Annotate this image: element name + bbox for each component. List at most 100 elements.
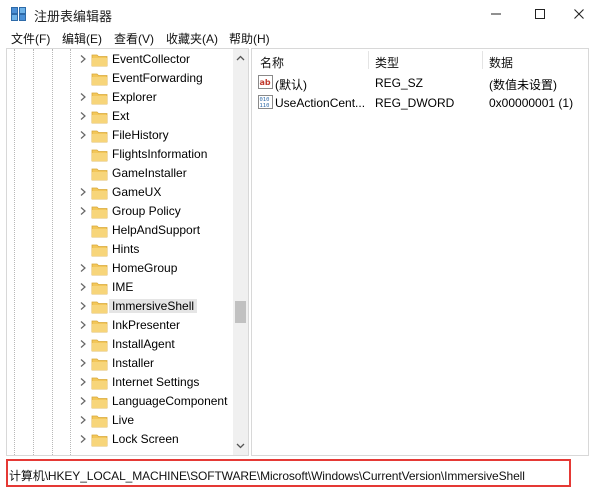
scrollbar-thumb[interactable] (235, 301, 246, 323)
tree-item[interactable]: InstallAgent (7, 335, 231, 354)
maximize-icon (535, 9, 545, 19)
chevron-right-icon[interactable] (78, 301, 88, 311)
chevron-right-icon[interactable] (78, 377, 88, 387)
chevron-right-icon[interactable] (78, 358, 88, 368)
tree-item[interactable]: FlightsInformation (7, 145, 231, 164)
folder-icon (91, 206, 108, 219)
chevron-right-icon[interactable] (78, 434, 88, 444)
folder-icon (91, 301, 108, 314)
menu-help[interactable]: 帮助(H) (229, 30, 270, 47)
chevron-right-icon[interactable] (78, 263, 88, 273)
tree-item-label: Explorer (112, 90, 157, 104)
tree-item-label: LanguageComponent (112, 394, 228, 408)
column-header-name[interactable]: 名称 (260, 54, 284, 71)
menu-edit[interactable]: 编辑(E) (62, 30, 102, 47)
column-divider[interactable] (482, 51, 483, 69)
chevron-right-icon[interactable] (78, 320, 88, 330)
tree-item-label: Hints (112, 242, 140, 256)
svg-text:110: 110 (260, 103, 270, 109)
registry-editor-icon (11, 7, 26, 21)
column-header-data[interactable]: 数据 (489, 54, 513, 71)
folder-icon (91, 263, 108, 276)
minimize-icon (491, 13, 501, 15)
tree-item[interactable]: HomeGroup (7, 259, 231, 278)
tree-item[interactable]: FileHistory (7, 126, 231, 145)
folder-icon (91, 415, 108, 428)
tree-item[interactable]: LanguageComponent (7, 392, 231, 411)
close-button[interactable] (557, 0, 591, 28)
tree-item-label: EventCollector (112, 52, 191, 66)
tree-item[interactable]: InkPresenter (7, 316, 231, 335)
tree-item-label: Live (112, 413, 135, 427)
tree-item[interactable]: Live (7, 411, 231, 430)
status-bar: 计算机\HKEY_LOCAL_MACHINE\SOFTWARE\Microsof… (6, 459, 571, 487)
value-type: REG_SZ (375, 76, 424, 90)
tree-item-label: InkPresenter (112, 318, 181, 332)
menu-bar: 文件(F) 编辑(E) 查看(V) 收藏夹(A) 帮助(H) (0, 28, 591, 48)
menu-favorites[interactable]: 收藏夹(A) (166, 30, 218, 47)
chevron-right-icon[interactable] (78, 282, 88, 292)
tree-item-label: FlightsInformation (112, 147, 208, 161)
chevron-right-icon[interactable] (78, 130, 88, 140)
value-type: REG_DWORD (375, 96, 455, 110)
folder-icon (91, 339, 108, 352)
chevron-right-icon[interactable] (78, 111, 88, 121)
chevron-right-icon[interactable] (78, 206, 88, 216)
tree-item-label: FileHistory (112, 128, 169, 142)
chevron-up-icon[interactable] (235, 53, 246, 64)
value-name: (默认) (275, 78, 307, 92)
window-title: 注册表编辑器 (34, 9, 113, 24)
binary-value-icon: 010 110 (258, 95, 273, 109)
tree-item[interactable]: Ext (7, 107, 231, 126)
column-header-type[interactable]: 类型 (375, 54, 399, 71)
folder-icon (91, 396, 108, 409)
tree-item-label: GameUX (112, 185, 162, 199)
tree-item[interactable]: Hints (7, 240, 231, 259)
menu-view[interactable]: 查看(V) (114, 30, 154, 47)
value-list-pane[interactable]: 名称 类型 数据 ab (默认) REG_SZ (数值未设置) 010 110 … (251, 48, 589, 456)
key-tree-pane[interactable]: EventCollector EventForwarding Explorer Ext… (6, 48, 249, 456)
tree-item-label: HomeGroup (112, 261, 178, 275)
tree-item[interactable]: Internet Settings (7, 373, 231, 392)
chevron-right-icon[interactable] (78, 415, 88, 425)
tree-item-label: EventForwarding (112, 71, 203, 85)
chevron-right-icon[interactable] (78, 339, 88, 349)
tree-item[interactable]: ImmersiveShell (7, 297, 231, 316)
menu-file[interactable]: 文件(F) (11, 30, 50, 47)
tree-item[interactable]: IME (7, 278, 231, 297)
tree-item[interactable]: Explorer (7, 88, 231, 107)
value-data: (数值未设置) (489, 78, 557, 92)
list-item[interactable]: ab (默认) REG_SZ (数值未设置) (252, 73, 588, 92)
tree-item[interactable]: Group Policy (7, 202, 231, 221)
folder-icon (91, 92, 108, 105)
folder-icon (91, 149, 108, 162)
chevron-down-icon[interactable] (235, 440, 246, 451)
minimize-button[interactable] (474, 0, 518, 28)
chevron-right-icon[interactable] (78, 92, 88, 102)
tree-item[interactable]: Lock Screen (7, 430, 231, 449)
tree-item[interactable]: Installer (7, 354, 231, 373)
tree-item[interactable]: HelpAndSupport (7, 221, 231, 240)
tree-scrollbar[interactable] (233, 49, 248, 455)
folder-icon (91, 225, 108, 238)
tree-item-label: Ext (112, 109, 130, 123)
column-divider[interactable] (368, 51, 369, 69)
maximize-button[interactable] (518, 0, 562, 28)
chevron-right-icon[interactable] (78, 54, 88, 64)
folder-icon (91, 377, 108, 390)
tree-item[interactable]: EventCollector (7, 50, 231, 69)
registry-path: 计算机\HKEY_LOCAL_MACHINE\SOFTWARE\Microsof… (9, 469, 525, 483)
folder-icon (91, 358, 108, 371)
folder-icon (91, 111, 108, 124)
tree-item[interactable]: GameInstaller (7, 164, 231, 183)
folder-icon (91, 282, 108, 295)
tree-item-label: InstallAgent (112, 337, 175, 351)
chevron-right-icon[interactable] (78, 396, 88, 406)
tree-item-label: Lock Screen (112, 432, 179, 446)
list-item[interactable]: 010 110 UseActionCent... REG_DWORD 0x000… (252, 93, 588, 112)
chevron-right-icon[interactable] (78, 187, 88, 197)
tree-item-label: GameInstaller (112, 166, 187, 180)
tree-item[interactable]: GameUX (7, 183, 231, 202)
folder-icon (91, 54, 108, 67)
tree-item[interactable]: EventForwarding (7, 69, 231, 88)
